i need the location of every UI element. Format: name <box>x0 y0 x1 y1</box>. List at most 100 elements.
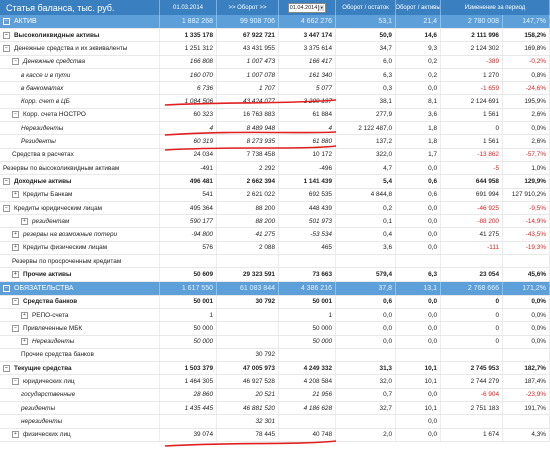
row-label-text: Резиденты <box>21 138 56 146</box>
table-row[interactable]: − Корр. счета НОСТРО 60 323 16 763 883 61 88… <box>0 108 550 123</box>
date-to-dropdown[interactable]: 01.04.2014 ▼ <box>287 2 327 13</box>
table-row[interactable]: Корр. счет в ЦБ 1 084 506 43 424 077 3 209 … <box>0 95 550 109</box>
row-label-text: Прочие средства банков <box>21 351 94 359</box>
table-row[interactable]: Резервы по высоколиквидным активам -491 2 … <box>0 161 550 176</box>
row-label: + Прочие активы <box>0 268 160 281</box>
expand-icon[interactable]: + <box>12 431 19 439</box>
expand-icon[interactable]: + <box>21 338 28 346</box>
cell-value: 1 882 268 <box>160 15 217 28</box>
row-label-text: резервы на возможные потери <box>23 231 118 239</box>
collapse-icon[interactable]: − <box>12 58 19 66</box>
date-from-header[interactable]: 01.03.2014 <box>160 0 217 15</box>
row-label: Нерезиденты <box>0 122 160 135</box>
expand-icon[interactable]: + <box>21 217 28 225</box>
table-row[interactable]: в банкоматах 6 736 1 707 5 077 0,3 0,0 -1 659-… <box>0 82 550 96</box>
collapse-icon[interactable]: − <box>3 284 10 292</box>
row-label-text: Привлеченные МБК <box>23 324 83 332</box>
expand-icon[interactable]: + <box>12 191 19 199</box>
cell-value: -57,7% <box>503 148 550 161</box>
table-row[interactable]: резиденты 1 435 445 46 881 520 4 186 628 32,… <box>0 402 550 416</box>
cell-value: 2 122 487,0 <box>336 122 396 135</box>
collapse-icon[interactable]: − <box>12 378 19 386</box>
row-label: нерезиденты <box>0 415 160 428</box>
table-row[interactable]: Нерезиденты 4 8 489 948 4 2 122 487,0 1,8 0 0,0… <box>0 122 550 136</box>
table-row[interactable]: нерезиденты 32 301 0,0 <box>0 415 550 429</box>
cell-value: -53 534 <box>279 228 336 241</box>
cell-value: 2 111 996 <box>441 29 503 42</box>
cell-value: 4,3% <box>503 428 550 441</box>
collapse-icon[interactable]: − <box>3 177 10 185</box>
cell-value: 5 077 <box>279 82 336 95</box>
table-row[interactable]: − юридических лиц 1 464 305 46 927 528 4 208… <box>0 375 550 389</box>
cell-value: 4 186 628 <box>279 402 336 415</box>
table-row[interactable]: − Кредиты юридическим лицам 495 364 88 200 4… <box>0 201 550 216</box>
table-row[interactable]: + резервы на возможные потери -94 800 41 27… <box>0 228 550 242</box>
cell-value: 1 <box>279 308 336 322</box>
cell-value: 0,4 <box>336 228 396 241</box>
collapse-icon[interactable]: − <box>3 364 10 372</box>
cell-value: 2 621 022 <box>217 188 279 201</box>
cell-value: 1 561 <box>441 108 503 122</box>
row-label-text: резиденты <box>21 404 56 412</box>
cell-value: 34,7 <box>336 42 396 55</box>
table-row[interactable]: − Доходные активы 496 481 2 662 394 1 141 43… <box>0 175 550 189</box>
cell-value: 448 439 <box>279 201 336 215</box>
cell-value: 29 323 591 <box>217 268 279 281</box>
cell-value: 1 617 550 <box>160 281 217 295</box>
cell-value: 88 200 <box>217 201 279 215</box>
table-row[interactable]: + Кредиты физическим лицам 576 2 088 465 3,6 0… <box>0 241 550 256</box>
table-row[interactable]: − Привлеченные МБК 50 000 50 000 0,0 0,0 0 0,0% <box>0 322 550 336</box>
cell-value <box>217 255 279 268</box>
balance-grid: Статья баланса, тыс. руб. 01.03.2014 >> … <box>0 0 550 442</box>
expand-icon[interactable]: + <box>21 311 28 319</box>
cell-value: 50 000 <box>160 322 217 335</box>
cell-value: 0,0% <box>503 295 550 308</box>
table-row[interactable]: + РЕПО-счета 1 1 0,0 0,0 0 0,0% <box>0 308 550 323</box>
table-row[interactable]: государственные 28 860 20 521 21 956 0,7 0,0-… <box>0 388 550 403</box>
section-row[interactable]: − ОБЯЗАТЕЛЬСТВА 1 617 550 61 083 844 4 386 2… <box>0 281 550 296</box>
row-label-text: Денежные средства и их эквиваленты <box>14 44 128 52</box>
expand-icon[interactable]: + <box>12 270 19 278</box>
cell-value: 14,6 <box>396 29 441 42</box>
row-label: − Средства банков <box>0 295 160 308</box>
section-row[interactable]: − АКТИВ 1 882 268 99 908 706 4 662 276 53,1 21… <box>0 15 550 29</box>
expand-icon[interactable]: + <box>12 231 19 239</box>
row-label-text: Нерезиденты <box>21 124 64 132</box>
table-row[interactable]: Средства в расчетах 24 034 7 738 458 10 172… <box>0 148 550 162</box>
cell-value: -88 200 <box>441 215 503 228</box>
table-row[interactable]: − Высоколиквидные активы 1 335 178 67 922 7… <box>0 29 550 43</box>
turnover-assets-header: Оборот / активы <box>396 0 441 15</box>
cell-value: 78 445 <box>217 428 279 441</box>
table-row[interactable]: − Денежные средства 166 808 1 007 473 166 41… <box>0 55 550 69</box>
table-row[interactable]: − Средства банков 50 001 30 792 50 001 0,6 0,0… <box>0 295 550 309</box>
row-label: государственные <box>0 388 160 402</box>
collapse-icon[interactable]: − <box>3 204 10 212</box>
cell-value: 169,8% <box>503 42 550 55</box>
cell-value: -23,9% <box>503 388 550 402</box>
table-row[interactable]: + Прочие активы 50 609 29 323 591 73 663 579,… <box>0 268 550 282</box>
row-label: − Денежные средства <box>0 55 160 68</box>
collapse-icon[interactable]: − <box>3 31 10 39</box>
expand-icon[interactable]: + <box>12 244 19 252</box>
cell-value: 31,3 <box>336 362 396 375</box>
cell-value: 10,1 <box>396 402 441 415</box>
collapse-icon[interactable]: − <box>12 111 19 119</box>
collapse-icon[interactable]: − <box>12 324 19 332</box>
collapse-icon[interactable]: − <box>12 298 19 306</box>
cell-value: 0,0 <box>336 322 396 335</box>
table-row[interactable]: − Текущие средства 1 503 379 47 005 973 4 24… <box>0 362 550 376</box>
table-row[interactable]: Резервы по просроченным кредитам <box>0 255 550 269</box>
cell-value: 41 275 <box>441 228 503 241</box>
collapse-icon[interactable]: − <box>3 44 10 52</box>
table-row[interactable]: − Денежные средства и их эквиваленты 1 251… <box>0 42 550 56</box>
table-row[interactable]: Прочие средства банков 30 792 <box>0 348 550 363</box>
table-row[interactable]: + физических лиц 39 074 78 445 40 748 2,0 0,0 1… <box>0 428 550 442</box>
cell-value: 0,0 <box>396 241 441 255</box>
table-row[interactable]: + Нерезиденты 50 000 50 000 0,0 0,0 0 0,0% <box>0 335 550 349</box>
table-row[interactable]: Резиденты 60 319 8 273 935 61 880 137,2 1,8 1 … <box>0 135 550 149</box>
table-row[interactable]: + резидентам 590 177 88 200 501 973 0,1 0,0 -88… <box>0 215 550 229</box>
cell-value <box>279 255 336 268</box>
collapse-icon[interactable]: − <box>3 18 10 25</box>
table-row[interactable]: в кассе и в пути 160 070 1 007 078 161 340 6… <box>0 68 550 83</box>
table-row[interactable]: + Кредиты Банкам 541 2 621 022 692 535 4 844,… <box>0 188 550 202</box>
